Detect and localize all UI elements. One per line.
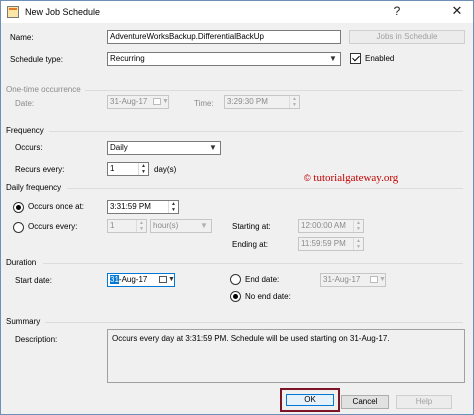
jobs-in-schedule-button[interactable]: Jobs in Schedule (349, 30, 465, 44)
occurs-label: Occurs: (15, 143, 43, 152)
occurs-every-radio[interactable] (13, 222, 24, 233)
start-date-day: 31 (110, 275, 119, 284)
end-date-picker[interactable]: 31-Aug-17 ▼ (320, 273, 386, 287)
occurs-select[interactable]: Daily ▼ (107, 141, 221, 155)
starting-at-value: 12:00:00 AM (301, 221, 346, 230)
calendar-icon (159, 276, 167, 283)
occurs-every-input[interactable]: 1 ▲ ▼ (107, 219, 147, 233)
schedule-app-icon (7, 6, 19, 18)
chevron-down-icon: ▼ (209, 143, 217, 152)
daily-frequency-section-label: Daily frequency (6, 183, 62, 192)
tutorialgateway-watermark: © tutorialgateway.org (304, 172, 399, 184)
ending-at-input[interactable]: 11:59:59 PM ▲ ▼ (298, 237, 364, 251)
schedule-type-label: Schedule type: (10, 55, 63, 64)
occurs-every-unit-select[interactable]: hour(s) ▼ (150, 219, 212, 233)
chevron-down-icon: ▼ (379, 276, 386, 283)
calendar-icon (153, 98, 161, 105)
starting-at-input[interactable]: 12:00:00 AM ▲ ▼ (298, 219, 364, 233)
start-date-picker[interactable]: 31-Aug-17 ▼ (107, 273, 175, 287)
start-date-rest: -Aug-17 (118, 275, 148, 284)
once-time-spinner: ▲ ▼ (168, 201, 178, 213)
new-job-schedule-dialog: New Job Schedule ? ✕ Name: AdventureWork… (0, 0, 474, 415)
description-textarea[interactable]: Occurs every day at 3:31:59 PM. Schedule… (107, 329, 465, 383)
occurs-once-time-value: 3:31:59 PM (110, 202, 151, 211)
duration-divider (43, 263, 463, 264)
starting-at-label: Starting at: (232, 222, 271, 231)
start-date-label: Start date: (15, 276, 52, 285)
description-text: Occurs every day at 3:31:59 PM. Schedule… (112, 334, 390, 343)
time-spinner: ▲ ▼ (289, 96, 299, 108)
ok-button[interactable]: OK (286, 394, 334, 406)
recurs-every-value: 1 (110, 164, 115, 173)
occurs-every-label: Occurs every: (28, 222, 78, 231)
chevron-down-icon: ▼ (329, 54, 337, 63)
name-label: Name: (10, 33, 34, 42)
frequency-divider (49, 131, 463, 132)
occurs-every-unit-value: hour(s) (153, 221, 179, 230)
end-date-value: 31-Aug-17 (323, 275, 361, 284)
daily-frequency-divider (67, 188, 463, 189)
frequency-section-label: Frequency (6, 126, 44, 135)
occurs-every-value: 1 (110, 221, 115, 230)
schedule-type-select[interactable]: Recurring ▼ (107, 52, 341, 66)
recurs-unit-label: day(s) (154, 165, 177, 174)
ending-spinner: ▲ ▼ (353, 238, 363, 250)
chevron-down-icon: ▼ (162, 98, 169, 105)
starting-spinner: ▲ ▼ (353, 220, 363, 232)
help-button[interactable]: Help (396, 395, 452, 409)
spin-down-icon: ▼ (356, 226, 361, 232)
one-time-time-input[interactable]: 3:29:30 PM ▲ ▼ (224, 95, 300, 109)
chevron-down-icon: ▼ (168, 276, 175, 283)
end-date-label: End date: (245, 275, 280, 284)
one-time-section-label: One-time occurrence (6, 85, 81, 94)
spin-down-icon: ▼ (139, 226, 144, 232)
title-bar: New Job Schedule ? ✕ (1, 1, 473, 23)
spin-down-icon: ▼ (141, 169, 146, 175)
summary-divider (45, 322, 463, 323)
ending-at-value: 11:59:59 PM (301, 239, 346, 248)
window-title: New Job Schedule (25, 7, 101, 17)
every-spinner: ▲ ▼ (136, 220, 146, 232)
chevron-down-icon: ▼ (200, 221, 208, 230)
summary-section-label: Summary (6, 317, 41, 326)
occurs-once-label: Occurs once at: (28, 202, 85, 211)
spin-down-icon: ▼ (356, 244, 361, 250)
duration-section-label: Duration (6, 258, 37, 267)
occurs-once-radio[interactable] (13, 202, 24, 213)
name-input[interactable]: AdventureWorksBackup.DifferentialBackUp (107, 30, 341, 44)
close-button[interactable]: ✕ (442, 1, 472, 23)
occurs-value: Daily (110, 143, 128, 152)
schedule-type-value: Recurring (110, 54, 145, 63)
end-date-radio[interactable] (230, 274, 241, 285)
one-time-date-picker[interactable]: 31-Aug-17 ▼ (107, 95, 169, 109)
enabled-checkbox[interactable] (350, 53, 361, 64)
recurs-every-label: Recurs every: (15, 165, 65, 174)
spin-down-icon: ▼ (292, 102, 297, 108)
occurs-once-time-input[interactable]: 3:31:59 PM ▲ ▼ (107, 200, 179, 214)
ok-button-highlight: OK (280, 388, 340, 412)
calendar-icon (370, 276, 378, 283)
one-time-date-value: 31-Aug-17 (110, 97, 148, 106)
one-time-time-value: 3:29:30 PM (227, 97, 268, 106)
spin-down-icon: ▼ (171, 207, 176, 213)
recurs-spinner: ▲ ▼ (138, 163, 148, 175)
recurs-every-input[interactable]: 1 ▲ ▼ (107, 162, 149, 176)
cancel-button[interactable]: Cancel (341, 395, 389, 409)
no-end-date-label: No end date: (245, 292, 291, 301)
one-time-date-label: Date: (15, 99, 35, 108)
description-label: Description: (15, 335, 58, 344)
name-value: AdventureWorksBackup.DifferentialBackUp (110, 32, 264, 41)
help-title-button[interactable]: ? (382, 1, 412, 23)
no-end-date-radio[interactable] (230, 291, 241, 302)
one-time-time-label: Time: (194, 99, 214, 108)
one-time-divider (85, 90, 463, 91)
ending-at-label: Ending at: (232, 240, 269, 249)
enabled-label: Enabled (365, 54, 395, 63)
